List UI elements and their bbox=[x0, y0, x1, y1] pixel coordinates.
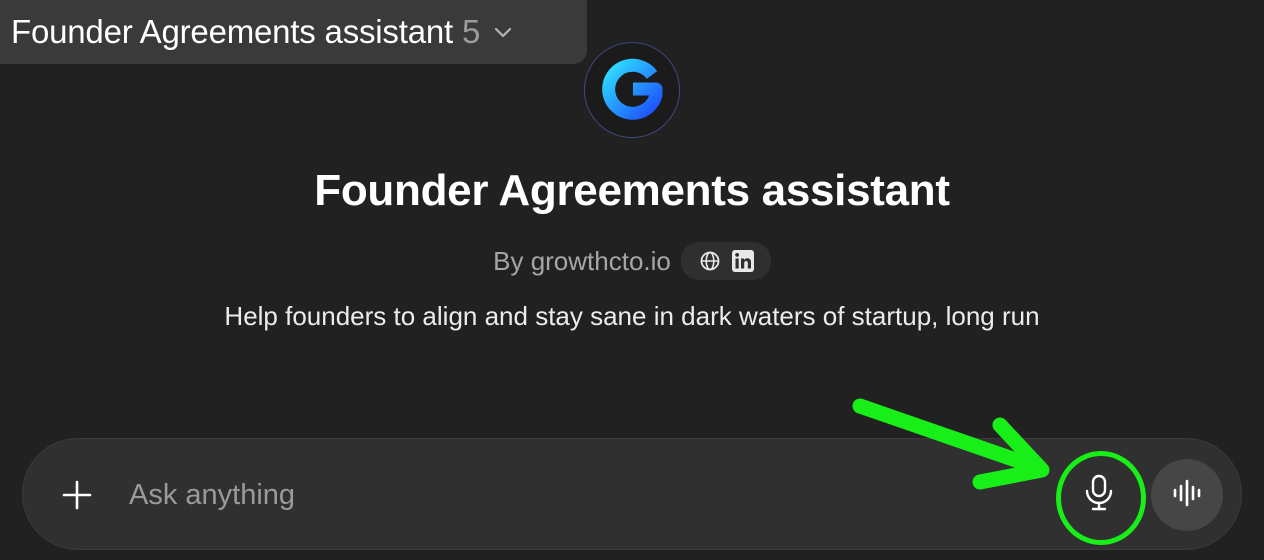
linkedin-icon[interactable] bbox=[731, 249, 755, 273]
waveform-icon bbox=[1171, 477, 1203, 514]
gpt-switcher-name: Founder Agreements assistant bbox=[11, 13, 453, 50]
chat-page: Founder Agreements assistant 5 Founder A… bbox=[0, 0, 1264, 560]
plus-icon[interactable] bbox=[57, 475, 97, 515]
message-input[interactable] bbox=[129, 467, 1029, 523]
gpt-title: Founder Agreements assistant bbox=[314, 166, 950, 215]
gpt-description: Help founders to align and stay sane in … bbox=[224, 301, 1040, 331]
voice-mode-button[interactable] bbox=[1151, 459, 1223, 531]
dictate-button[interactable] bbox=[1061, 457, 1137, 533]
author-label: By growthcto.io bbox=[493, 245, 671, 276]
globe-icon[interactable] bbox=[699, 250, 721, 272]
gpt-logo bbox=[584, 42, 680, 138]
author-byline: By growthcto.io bbox=[0, 242, 1264, 280]
author-links bbox=[680, 242, 771, 280]
microphone-icon bbox=[1084, 474, 1114, 517]
chevron-down-icon bbox=[492, 21, 514, 43]
gpt-switcher-button[interactable]: Founder Agreements assistant 5 bbox=[0, 0, 587, 64]
message-composer bbox=[22, 438, 1242, 550]
model-version: 5 bbox=[461, 13, 481, 50]
